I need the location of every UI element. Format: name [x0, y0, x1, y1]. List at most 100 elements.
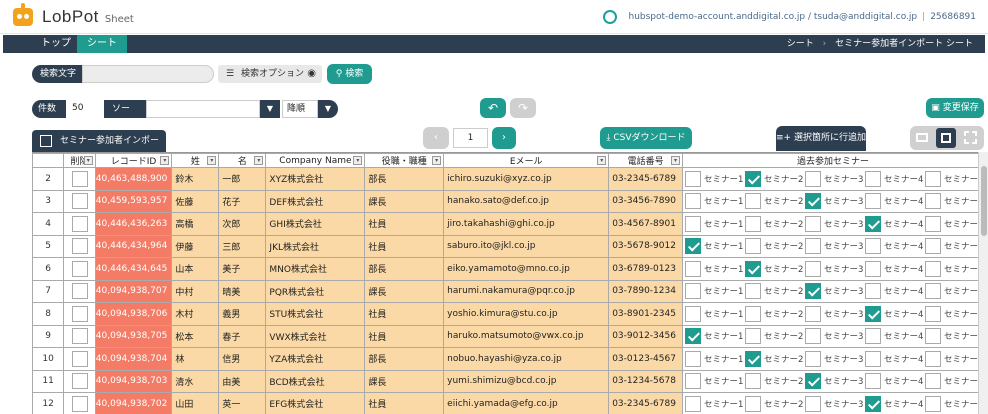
seminar-option[interactable]: セミナー	[923, 191, 983, 212]
seminar-option[interactable]: セミナー1	[683, 303, 743, 324]
seminar-checkbox[interactable]	[924, 350, 941, 367]
seminar-checkbox[interactable]	[744, 328, 761, 345]
table-row[interactable]: 5 40,446,434,964 伊藤 三郎 JKL株式会社 社員 saburo.ito@j…	[32, 234, 984, 258]
seminar-option[interactable]: セミナー2	[743, 371, 803, 392]
seminar-checkbox[interactable]	[744, 193, 761, 210]
breadcrumb-sheet[interactable]: シート	[787, 39, 814, 49]
phone-cell[interactable]: 03-1234-5678	[608, 369, 683, 393]
seminar-checkbox[interactable]	[804, 193, 821, 210]
first-name-cell[interactable]: 義男	[218, 302, 267, 326]
col-phone[interactable]: 電話番号 ▾	[608, 153, 683, 168]
seminar-checkbox[interactable]	[924, 283, 941, 300]
add-row-button[interactable]: ≡+ 選択箇所に行追加	[776, 126, 866, 151]
seminar-option[interactable]: セミナー2	[743, 281, 803, 302]
seminars-cell[interactable]: セミナー1 セミナー2 セミナー3 セミナー4 セミナー	[681, 257, 984, 281]
email-cell[interactable]: yumi.shimizu@bcd.co.jp	[443, 369, 610, 393]
delete-cell[interactable]	[63, 392, 96, 414]
first-name-cell[interactable]: 信男	[218, 347, 267, 371]
email-cell[interactable]: saburo.ito@jkl.co.jp	[443, 234, 610, 258]
seminar-checkbox[interactable]	[744, 395, 761, 412]
seminar-checkbox[interactable]	[864, 395, 881, 412]
email-cell[interactable]: jiro.takahashi@ghi.co.jp	[443, 212, 610, 236]
seminar-checkbox[interactable]	[684, 373, 701, 390]
company-cell[interactable]: DEF株式会社	[265, 189, 366, 213]
seminars-cell[interactable]: セミナー1 セミナー2 セミナー3 セミナー4 セミナー	[681, 369, 984, 393]
last-name-cell[interactable]: 伊藤	[171, 234, 220, 258]
role-cell[interactable]: 社員	[364, 212, 445, 236]
col-delete[interactable]: 削除 ▾	[63, 153, 96, 168]
record-id-cell[interactable]: 40,094,938,705	[94, 324, 173, 348]
seminar-option[interactable]: セミナー4	[863, 393, 923, 414]
role-cell[interactable]: 社員	[364, 392, 445, 414]
sort-select[interactable]	[146, 100, 260, 118]
seminar-checkbox[interactable]	[864, 350, 881, 367]
first-name-cell[interactable]: 一郎	[218, 167, 267, 191]
seminar-option[interactable]: セミナー3	[803, 258, 863, 279]
seminar-option[interactable]: セミナー	[923, 371, 983, 392]
email-cell[interactable]: yoshio.kimura@stu.co.jp	[443, 302, 610, 326]
table-row[interactable]: 2 40,463,488,900 鈴木 一郎 XYZ株式会社 部長 ichiro.suzuk…	[32, 167, 984, 191]
seminar-checkbox[interactable]	[744, 283, 761, 300]
first-name-cell[interactable]: 英一	[218, 392, 267, 414]
col-role[interactable]: 役職・職種 ▾	[364, 153, 445, 168]
seminar-checkbox[interactable]	[684, 238, 701, 255]
seminar-option[interactable]: セミナー3	[803, 168, 863, 189]
seminar-option[interactable]: セミナー4	[863, 213, 923, 234]
record-id-cell[interactable]: 40,094,938,704	[94, 347, 173, 371]
seminar-option[interactable]: セミナー2	[743, 258, 803, 279]
seminar-option[interactable]: セミナー2	[743, 213, 803, 234]
seminar-option[interactable]: セミナー4	[863, 168, 923, 189]
seminar-option[interactable]: セミナー2	[743, 303, 803, 324]
search-button[interactable]: ⚲ 検索	[327, 64, 372, 84]
delete-cell[interactable]	[63, 212, 96, 236]
vertical-scrollbar[interactable]	[978, 152, 988, 414]
seminar-checkbox[interactable]	[684, 260, 701, 277]
delete-cell[interactable]	[63, 257, 96, 281]
delete-cell[interactable]	[63, 347, 96, 371]
search-options-button[interactable]: ☰ 検索オプション ◉	[218, 65, 322, 83]
first-name-cell[interactable]: 晴美	[218, 279, 267, 303]
tab-sheet[interactable]: シート	[77, 35, 127, 53]
seminar-option[interactable]: セミナー4	[863, 348, 923, 369]
seminar-option[interactable]: セミナー3	[803, 236, 863, 257]
seminar-checkbox[interactable]	[804, 395, 821, 412]
company-cell[interactable]: MNO株式会社	[265, 257, 366, 281]
seminar-checkbox[interactable]	[864, 328, 881, 345]
seminar-option[interactable]: セミナー3	[803, 371, 863, 392]
phone-cell[interactable]: 03-3456-7890	[608, 189, 683, 213]
seminar-option[interactable]: セミナー1	[683, 371, 743, 392]
delete-checkbox[interactable]	[71, 328, 88, 345]
col-last-name[interactable]: 姓 ▾	[171, 153, 220, 168]
role-cell[interactable]: 部長	[364, 257, 445, 281]
phone-cell[interactable]: 03-5678-9012	[608, 234, 683, 258]
company-cell[interactable]: EFG株式会社	[265, 392, 366, 414]
role-cell[interactable]: 課長	[364, 369, 445, 393]
delete-checkbox[interactable]	[71, 283, 88, 300]
seminar-checkbox[interactable]	[804, 170, 821, 187]
email-cell[interactable]: eiichi.yamada@efg.co.jp	[443, 392, 610, 414]
seminar-option[interactable]: セミナー2	[743, 168, 803, 189]
seminar-checkbox[interactable]	[924, 395, 941, 412]
table-row[interactable]: 4 40,446,436,263 高橋 次郎 GHI株式会社 社員 jiro.takahas…	[32, 212, 984, 236]
seminar-checkbox[interactable]	[924, 328, 941, 345]
prev-page-button[interactable]: ‹	[423, 127, 449, 149]
table-row[interactable]: 11 40,094,938,703 清水 由美 BCD株式会社 課長 yumi.shimiz…	[32, 369, 984, 393]
seminar-option[interactable]: セミナー	[923, 213, 983, 234]
record-id-cell[interactable]: 40,446,434,964	[94, 234, 173, 258]
company-cell[interactable]: PQR株式会社	[265, 279, 366, 303]
seminar-checkbox[interactable]	[804, 328, 821, 345]
seminar-option[interactable]: セミナー1	[683, 236, 743, 257]
seminar-option[interactable]: セミナー1	[683, 326, 743, 347]
col-record-id[interactable]: レコードID ▾	[94, 153, 173, 168]
seminar-checkbox[interactable]	[924, 238, 941, 255]
seminar-checkbox[interactable]	[804, 260, 821, 277]
record-id-cell[interactable]: 40,446,436,263	[94, 212, 173, 236]
scrollbar-thumb[interactable]	[981, 166, 987, 236]
col-seminars[interactable]: 過去参加セミナー	[681, 153, 984, 168]
role-cell[interactable]: 社員	[364, 302, 445, 326]
seminar-checkbox[interactable]	[924, 215, 941, 232]
delete-checkbox[interactable]	[71, 395, 88, 412]
logo[interactable]: LobPot Sheet	[10, 3, 134, 29]
seminar-option[interactable]: セミナー4	[863, 326, 923, 347]
table-row[interactable]: 10 40,094,938,704 林信男 YZA株式会社 部長 nobuo.hayash…	[32, 347, 984, 371]
